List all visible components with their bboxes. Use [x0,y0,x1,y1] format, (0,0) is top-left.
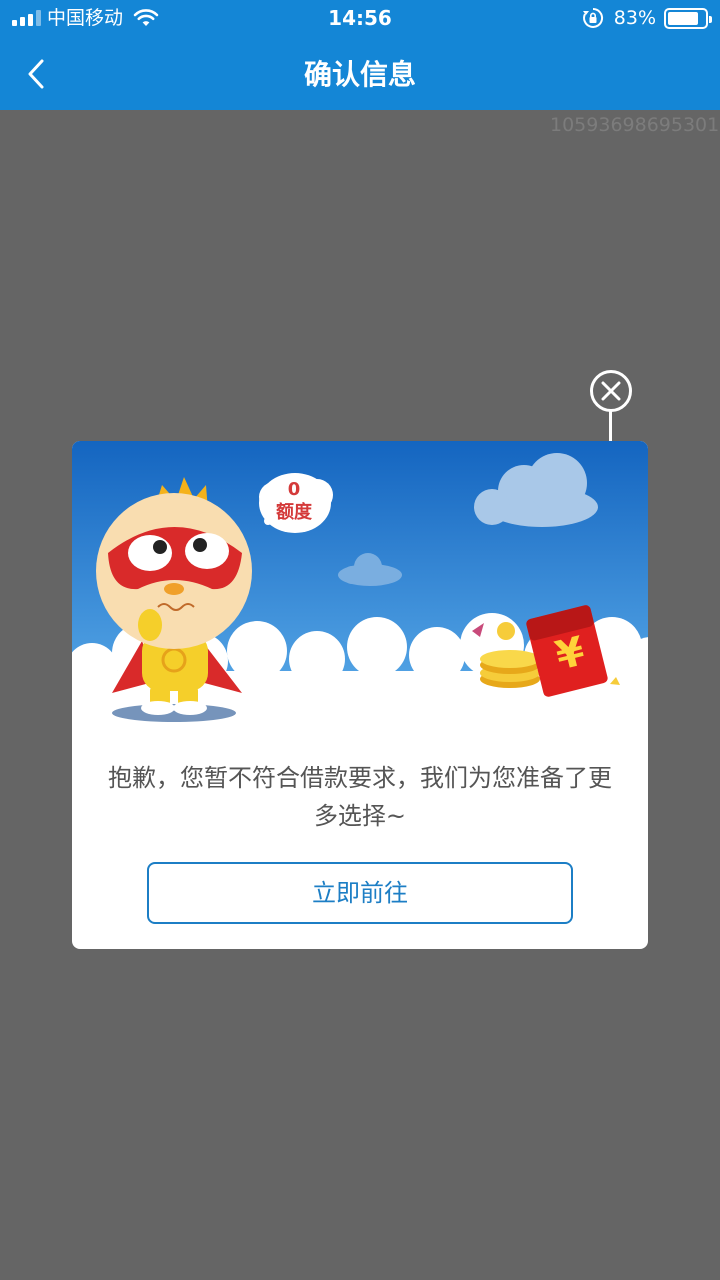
page-title: 确认信息 [303,58,416,91]
battery-percentage: 83% [613,7,656,29]
go-now-button[interactable]: 立即前往 [147,862,573,924]
close-icon [601,381,621,401]
navigation-bar: 确认信息 [0,40,720,110]
close-connector-line [609,410,612,443]
status-bar: 中国移动 14:56 83% [0,0,720,36]
bubble-label: 额度 [276,501,313,523]
rotation-lock-icon [582,7,603,28]
watermark-id: 105936986953014 [550,114,720,136]
battery-icon [664,7,712,29]
app-header: 中国移动 14:56 83% 确认信息 [0,0,720,110]
rejection-message: 抱歉，您暂不符合借款要求，我们为您准备了更多选择~ [108,764,612,830]
close-button[interactable] [590,370,632,412]
bubble-amount: 0 [288,479,301,500]
mascot-illustration: 0 额度 ¥ [72,441,648,731]
rejection-dialog: 0 额度 ¥ 抱歉，您暂不符合借款要求，我们为您准备了更多选择~ 立即前往 [72,441,648,949]
